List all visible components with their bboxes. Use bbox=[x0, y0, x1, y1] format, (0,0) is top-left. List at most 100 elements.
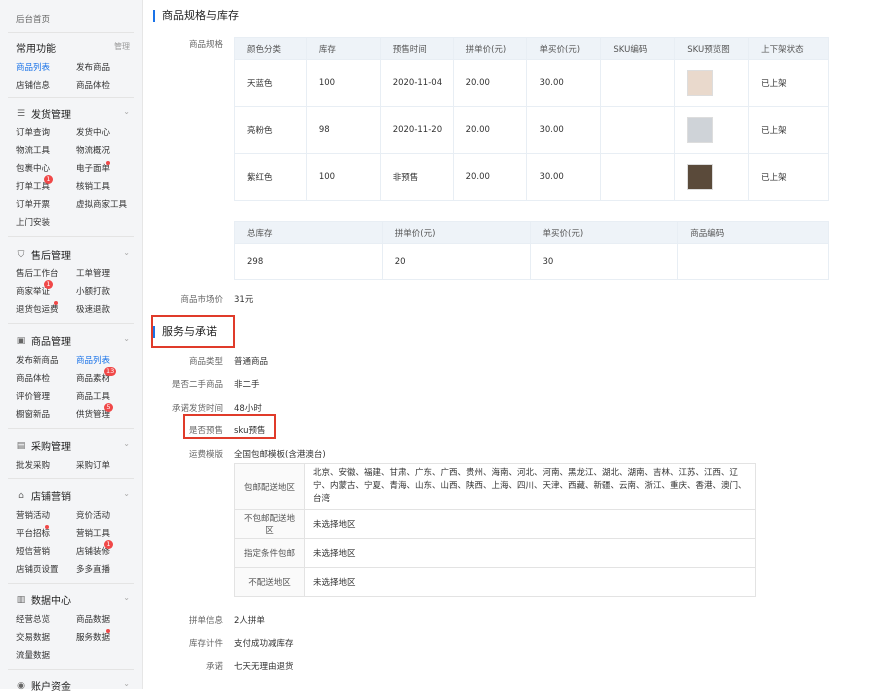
section-data-title[interactable]: ▥ 数据中心 bbox=[16, 592, 71, 608]
sidebar-item[interactable]: 营销工具 bbox=[76, 527, 110, 539]
cell-single-price: 30.00 bbox=[526, 59, 602, 107]
sidebar-item[interactable]: 发布新商品 bbox=[16, 354, 59, 366]
sidebar-home-link[interactable]: 后台首页 bbox=[16, 13, 50, 25]
section-aftersale-title[interactable]: ⛉ 售后管理 bbox=[16, 247, 71, 263]
chevron-down-icon[interactable]: ⌄ bbox=[123, 593, 130, 602]
chevron-down-icon[interactable]: ⌄ bbox=[123, 107, 130, 116]
sidebar-item[interactable]: 交易数据 bbox=[16, 631, 50, 643]
section-purchase-title[interactable]: ▤ 采购管理 bbox=[16, 438, 71, 454]
chevron-down-icon[interactable]: ⌄ bbox=[123, 248, 130, 257]
field-label: 运费模版 bbox=[188, 450, 223, 460]
field-value: sku预售 bbox=[234, 426, 266, 436]
sidebar-item[interactable]: 售后工作台 bbox=[16, 267, 59, 279]
cell-status: 已上架 bbox=[748, 153, 829, 201]
sidebar-item[interactable]: 评价管理 bbox=[16, 390, 50, 402]
sidebar-item[interactable]: 营销活动 bbox=[16, 509, 50, 521]
field-value: 支付成功减库存 bbox=[234, 639, 294, 649]
sidebar-item[interactable]: 多多直播 bbox=[76, 563, 110, 575]
chevron-down-icon[interactable]: ⌄ bbox=[123, 334, 130, 343]
sidebar-item-store-info[interactable]: 店铺信息 bbox=[16, 79, 50, 91]
col-header: 拼单价(元) bbox=[381, 221, 531, 244]
field-label: 是否预售 bbox=[188, 426, 223, 436]
table-row: 包邮配送地区 北京、安徽、福建、甘肃、广东、广西、贵州、海南、河北、河南、黑龙江… bbox=[234, 463, 756, 510]
sku-preview-image[interactable] bbox=[687, 117, 714, 143]
sidebar-item[interactable]: 经营总览 bbox=[16, 613, 50, 625]
section-product-title[interactable]: ▣ 商品管理 bbox=[16, 333, 71, 349]
cell-status: 已上架 bbox=[748, 106, 829, 154]
field-value: 48小时 bbox=[234, 404, 262, 414]
notification-dot bbox=[45, 525, 49, 529]
sidebar-item[interactable]: 流量数据 bbox=[16, 649, 50, 661]
field-label: 商品类型 bbox=[188, 357, 223, 367]
cell-color: 紫红色 bbox=[234, 153, 307, 201]
cart-icon: ▤ bbox=[16, 440, 26, 451]
shipping-key: 包邮配送地区 bbox=[234, 463, 305, 510]
section-shipping-title[interactable]: ☰ 发货管理 bbox=[16, 106, 71, 122]
cell-group-price: 20.00 bbox=[452, 106, 528, 154]
shipping-value: 北京、安徽、福建、甘肃、广东、广西、贵州、海南、河北、河南、黑龙江、湖北、湖南、… bbox=[304, 463, 756, 510]
sku-preview-image[interactable] bbox=[687, 70, 714, 96]
chevron-down-icon[interactable]: ⌄ bbox=[123, 439, 130, 448]
spec-label: 商品规格 bbox=[188, 40, 223, 50]
sidebar-item[interactable]: 橱窗新品 bbox=[16, 408, 50, 420]
manage-link[interactable]: 管理 bbox=[114, 41, 130, 52]
col-header: 上下架状态 bbox=[748, 37, 829, 60]
section-account-title[interactable]: ◉ 账户资金 bbox=[16, 678, 71, 693]
col-header: 颜色分类 bbox=[234, 37, 307, 60]
cell-color: 天蓝色 bbox=[234, 59, 307, 107]
cell-stock: 100 bbox=[305, 59, 381, 107]
cell-single-price: 30.00 bbox=[526, 153, 602, 201]
shipping-key: 不配送地区 bbox=[234, 567, 305, 597]
sidebar-item[interactable]: 店铺页设置 bbox=[16, 563, 59, 575]
sidebar-item[interactable]: 短信营销 bbox=[16, 545, 50, 557]
sidebar-item[interactable]: 工单管理 bbox=[76, 267, 110, 279]
sku-preview-image[interactable] bbox=[687, 164, 714, 190]
chevron-down-icon[interactable]: ⌄ bbox=[123, 489, 130, 498]
sidebar-item-product-list-active[interactable]: 商品列表 bbox=[76, 354, 110, 366]
sidebar-item[interactable]: 包裹中心 bbox=[16, 162, 50, 174]
sidebar-item[interactable]: 物流概况 bbox=[76, 144, 110, 156]
cell-color: 亮粉色 bbox=[234, 106, 307, 154]
sidebar-item[interactable]: 平台招标 bbox=[16, 527, 50, 539]
col-header: 单买价(元) bbox=[526, 37, 602, 60]
sidebar: 后台首页 常用功能 管理 商品列表 发布商品 店铺信息 商品体检 ☰ 发货管理 ⌄… bbox=[0, 0, 143, 693]
table-row: 天蓝色 100 2020-11-04 20.00 30.00 已上架 bbox=[234, 59, 829, 107]
sidebar-item[interactable]: 发货中心 bbox=[76, 126, 110, 138]
sidebar-item[interactable]: 虚拟商家工具 bbox=[76, 198, 127, 210]
sidebar-item-product-check[interactable]: 商品体检 bbox=[76, 79, 110, 91]
section-marketing-title[interactable]: ⌂ 店铺营销 bbox=[16, 488, 71, 504]
sidebar-item[interactable]: 核销工具 bbox=[76, 180, 110, 192]
divider bbox=[8, 236, 134, 237]
sidebar-item[interactable]: 电子面单 bbox=[76, 162, 110, 174]
field-label: 承诺发货时间 bbox=[171, 404, 223, 414]
sidebar-item[interactable]: 服务数据 bbox=[76, 631, 110, 643]
sidebar-item[interactable]: 批发采购 bbox=[16, 459, 50, 471]
sidebar-item[interactable]: 商品工具 bbox=[76, 390, 110, 402]
notification-dot bbox=[54, 301, 58, 305]
sidebar-item[interactable]: 退货包运费 bbox=[16, 303, 59, 315]
field-label: 承诺 bbox=[205, 662, 223, 672]
sidebar-item[interactable]: 采购订单 bbox=[76, 459, 110, 471]
badge-count: 1 bbox=[104, 540, 113, 549]
service-section-title: 服务与承诺 bbox=[153, 326, 217, 338]
chevron-down-icon[interactable]: ⌄ bbox=[123, 679, 130, 688]
main-content: 商品规格与库存 商品规格 颜色分类 库存 预售时间 拼单价(元) 单买价(元) … bbox=[143, 0, 896, 689]
market-price-label: 商品市场价 bbox=[180, 295, 223, 305]
col-header: 库存 bbox=[305, 37, 381, 60]
sidebar-item[interactable]: 商品数据 bbox=[76, 613, 110, 625]
shipping-key: 指定条件包邮 bbox=[234, 538, 305, 568]
sidebar-item[interactable]: 订单开票 bbox=[16, 198, 50, 210]
divider bbox=[8, 97, 134, 98]
sidebar-item-product-list[interactable]: 商品列表 bbox=[16, 61, 50, 73]
sidebar-item[interactable]: 竞价活动 bbox=[76, 509, 110, 521]
sidebar-item-publish-product[interactable]: 发布商品 bbox=[76, 61, 110, 73]
sidebar-item[interactable]: 订单查询 bbox=[16, 126, 50, 138]
divider bbox=[8, 32, 134, 33]
table-row: 亮粉色 98 2020-11-20 20.00 30.00 已上架 bbox=[234, 106, 829, 154]
sidebar-item[interactable]: 物流工具 bbox=[16, 144, 50, 156]
sidebar-item[interactable]: 小额打款 bbox=[76, 285, 110, 297]
sidebar-item[interactable]: 极速退款 bbox=[76, 303, 110, 315]
sidebar-item[interactable]: 上门安装 bbox=[16, 216, 50, 228]
sidebar-item[interactable]: 商品体检 bbox=[16, 372, 50, 384]
cell-thumb bbox=[674, 106, 750, 154]
